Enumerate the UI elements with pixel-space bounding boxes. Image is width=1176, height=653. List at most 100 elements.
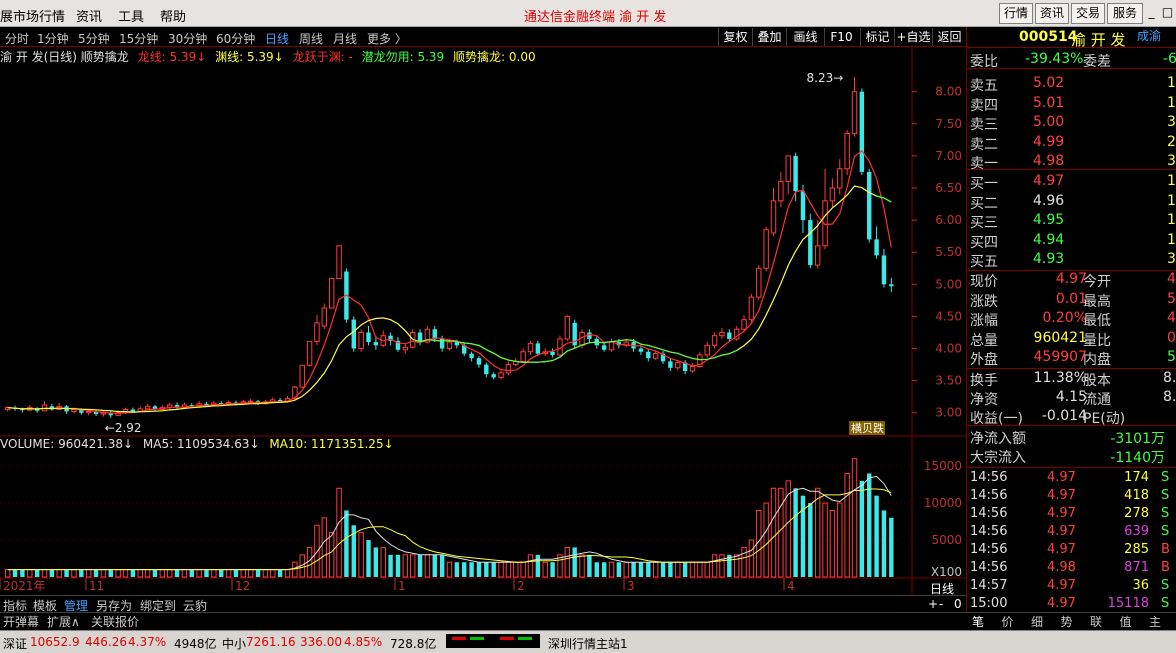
- fund-label: 净资: [970, 392, 998, 408]
- news-button[interactable]: 资讯: [1035, 3, 1069, 24]
- date-axis-label: 12: [235, 579, 250, 593]
- candle-body: [808, 220, 813, 266]
- server-name[interactable]: 深圳行情主站1: [548, 635, 628, 652]
- volume-bar: [579, 554, 585, 578]
- ask-price: 5.00: [1033, 114, 1065, 130]
- ask-label: 卖一: [970, 156, 998, 172]
- volume-bar: [41, 569, 48, 578]
- bid-row[interactable]: 买五 4.93 3: [967, 250, 1176, 270]
- volume-bar: [93, 569, 99, 577]
- detail-tab[interactable]: 值: [1120, 613, 1132, 630]
- tick-row: 14:56 4.97 278 S: [967, 505, 1176, 523]
- service-button[interactable]: 服务: [1107, 3, 1143, 24]
- candle-body: [402, 346, 409, 351]
- bid-volume: 1: [1167, 231, 1176, 248]
- stat-value2: 0: [1167, 329, 1176, 346]
- candle-body: [867, 171, 872, 240]
- bid-volume: 13: [1167, 173, 1176, 189]
- maximize-icon[interactable]: □: [1160, 5, 1175, 20]
- tick-price: 4.97: [1047, 506, 1076, 521]
- ask-label: 卖五: [970, 78, 998, 94]
- candle-body: [646, 351, 651, 359]
- indicator-item: 潜龙勿用: 5.39: [361, 50, 445, 64]
- minimize-icon[interactable]: _: [1144, 5, 1159, 20]
- bid-row[interactable]: 买二 4.96 18: [967, 192, 1176, 212]
- candle-body: [770, 200, 777, 234]
- candle-body: [778, 181, 784, 202]
- sector-badge[interactable]: 成渝: [1137, 27, 1161, 44]
- volume-bar: [469, 562, 474, 577]
- quote-panel: 000514 渝 开 发 成渝 委比 -39.43% 委差 -63 卖五 5.0…: [966, 27, 1176, 627]
- volume-bar: [137, 569, 143, 578]
- ask-row[interactable]: 卖五 5.02 1: [967, 74, 1176, 94]
- trade-button[interactable]: 交易: [1071, 3, 1105, 24]
- volume-bar: [704, 561, 710, 578]
- zoom-out-icon[interactable]: -: [939, 597, 943, 611]
- kline-chart[interactable]: 8.00 7.50 7.00 6.50 6.00 5.50 5.00 4.50 4.00 3.50…: [0, 0, 966, 595]
- bid-price: 4.93: [1033, 251, 1065, 267]
- ask-row[interactable]: 卖四 5.01 14: [967, 94, 1176, 114]
- volume-bar: [373, 547, 379, 577]
- detail-tab[interactable]: 笔: [972, 613, 984, 630]
- stat-value: 960421: [1033, 329, 1087, 346]
- volume-bar: [587, 554, 592, 577]
- volume-bar: [108, 569, 113, 577]
- volume-bar: [166, 569, 173, 578]
- market-button[interactable]: 行情: [999, 3, 1033, 24]
- candle-body: [608, 341, 615, 351]
- detail-tab[interactable]: 势: [1061, 613, 1073, 630]
- ask-row[interactable]: 卖二 4.99 21: [967, 133, 1176, 153]
- reset-zoom-icon[interactable]: 0: [954, 597, 962, 611]
- volume-bar: [462, 562, 467, 577]
- tick-row: 15:00 4.97 15118 S: [967, 595, 1176, 613]
- volume-bar: [668, 562, 673, 577]
- period-label: 日线: [930, 582, 955, 596]
- tick-price: 4.97: [1047, 470, 1076, 485]
- volume-bar: [402, 554, 409, 578]
- bid-volume: 3: [1167, 251, 1176, 267]
- tab-related-quote[interactable]: 关联报价: [91, 613, 139, 630]
- volume-bar: [56, 569, 62, 578]
- price-axis-label: 3.50: [935, 374, 962, 388]
- volume-bar: [851, 458, 858, 578]
- bid-price: 4.95: [1033, 212, 1065, 228]
- detail-tab[interactable]: 细: [1031, 613, 1043, 630]
- candle-body: [446, 341, 453, 350]
- ask-row[interactable]: 卖三 5.00 38: [967, 113, 1176, 133]
- volume-bar: [321, 517, 328, 578]
- tick-row: 14:57 4.97 36 S: [967, 577, 1176, 595]
- tab-danmaku[interactable]: 开弹幕: [3, 613, 39, 630]
- volume-bar: [572, 547, 577, 577]
- detail-tab[interactable]: 价: [1002, 613, 1014, 630]
- fund-value2: 8.44: [1163, 389, 1176, 405]
- date-axis-label: 2: [517, 579, 525, 593]
- date-axis-label: 11: [89, 579, 104, 593]
- tick-side: S: [1161, 578, 1170, 593]
- volume-legend: VOLUME: 960421.38↓ MA5: 1109534.63↓ MA10…: [0, 437, 394, 453]
- volume-bar: [262, 569, 269, 578]
- volume-axis-label: 15000: [924, 459, 962, 473]
- bid-row[interactable]: 买三 4.95 1: [967, 211, 1176, 231]
- tick-volume: 278: [1124, 506, 1149, 521]
- candle-body: [748, 296, 755, 321]
- stat-label2: 今开: [1083, 274, 1111, 290]
- volume-bar: [859, 480, 865, 577]
- candle-body: [652, 353, 659, 359]
- volume-bar: [778, 487, 784, 578]
- zoom-in-icon[interactable]: +: [928, 597, 938, 611]
- bid-row[interactable]: 买四 4.94 1: [967, 231, 1176, 251]
- ask-volume: 1: [1167, 75, 1176, 91]
- volume-bar: [484, 562, 489, 577]
- tick-side: B: [1161, 560, 1170, 575]
- tick-time: 14:56: [970, 506, 1008, 521]
- bid-row[interactable]: 买一 4.97 13: [967, 172, 1176, 192]
- detail-tab[interactable]: 联: [1090, 613, 1102, 630]
- volume-bar: [204, 569, 209, 577]
- volume-bar: [881, 510, 887, 577]
- detail-tab[interactable]: 主: [1149, 613, 1161, 630]
- volume-bar: [240, 569, 247, 578]
- volume-bar: [837, 502, 843, 578]
- fund-row: 净资 4.15 流通 8.44: [967, 388, 1176, 408]
- tab-expand[interactable]: 扩展∧: [47, 613, 80, 630]
- candle-body: [130, 409, 136, 412]
